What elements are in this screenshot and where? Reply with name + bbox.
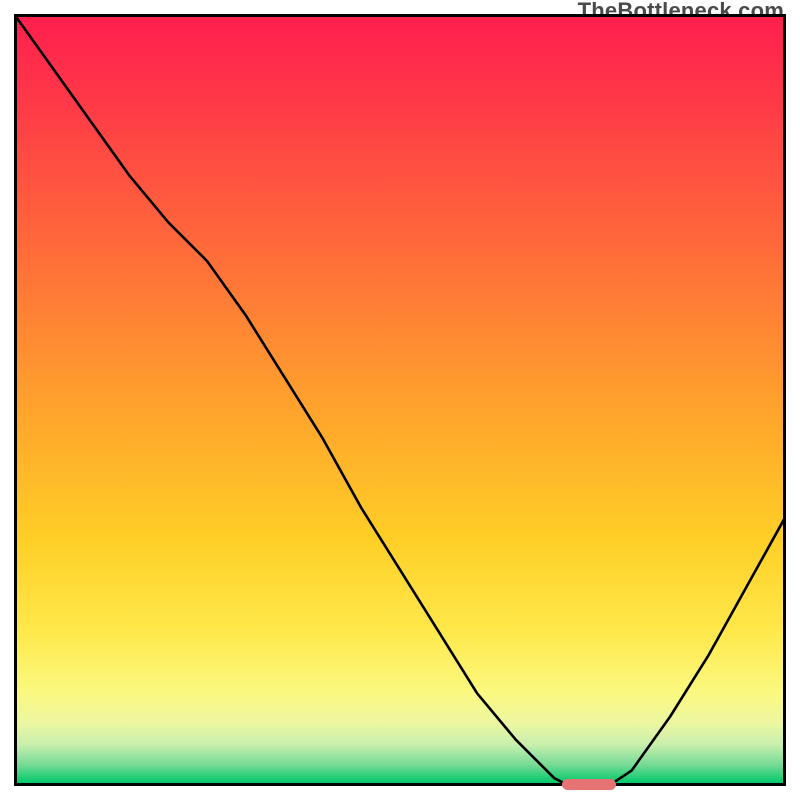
bottleneck-curve-path [14, 14, 786, 786]
curve-layer [14, 14, 786, 786]
optimal-band-marker [562, 779, 616, 790]
chart-stage: TheBottleneck.com [0, 0, 800, 800]
plot-area [14, 14, 786, 786]
